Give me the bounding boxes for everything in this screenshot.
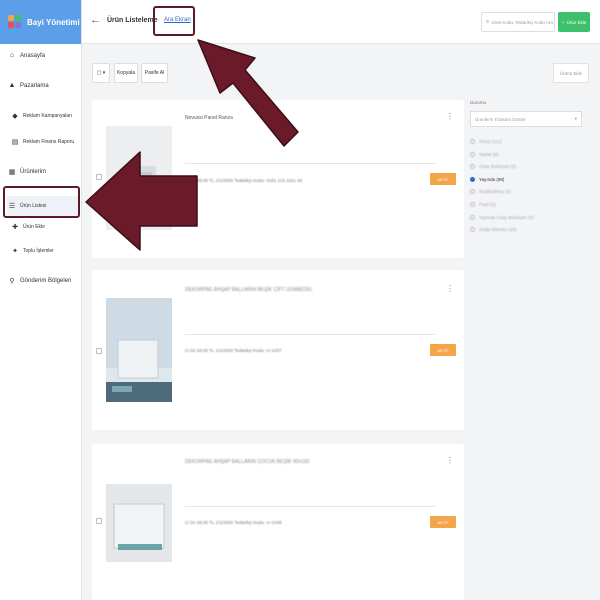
annotation-arrows (85, 39, 299, 251)
arrow-to-tab-link-icon (197, 39, 299, 147)
app-root: { "brand": {"title": "Bayi Yönetimi"}, "… (0, 0, 600, 600)
arrow-to-product-list-icon (85, 151, 198, 251)
